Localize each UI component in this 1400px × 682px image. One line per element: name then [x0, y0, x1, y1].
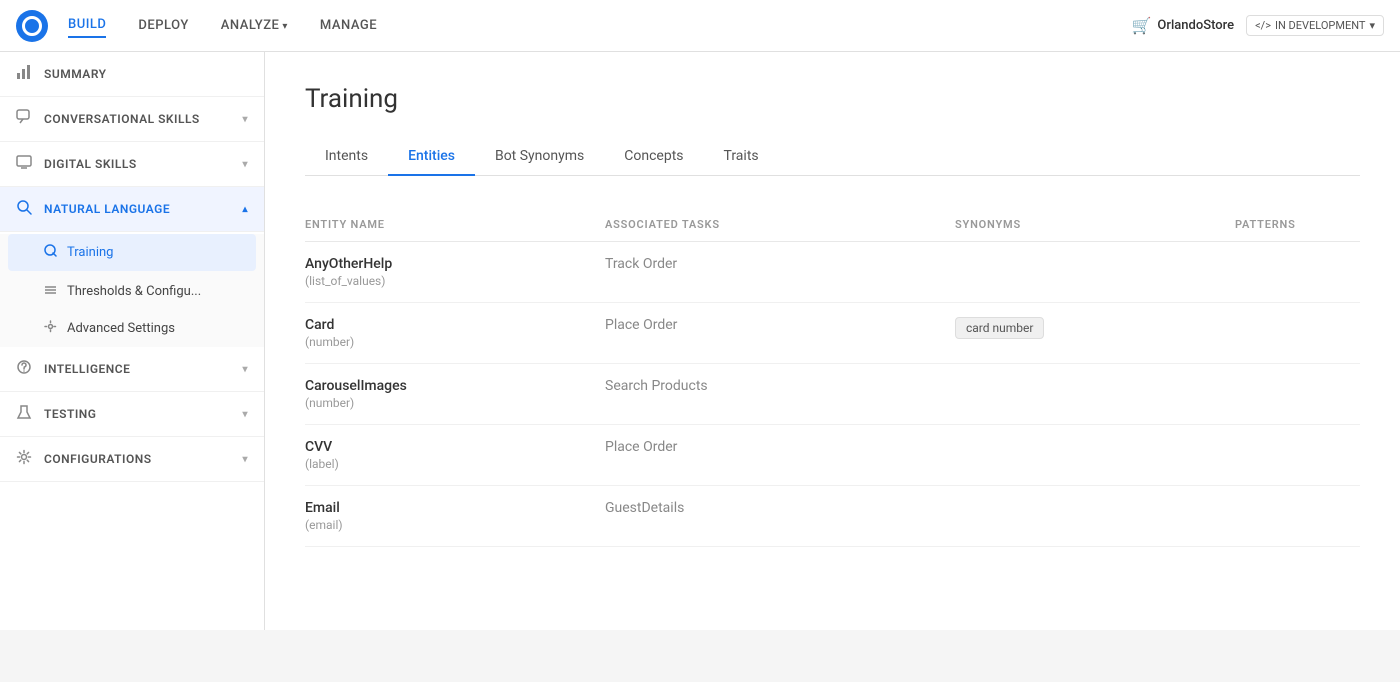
sidebar-item-natural-lang[interactable]: NATURAL LANGUAGE ▴ — [0, 187, 264, 232]
nav-deploy[interactable]: DEPLOY — [138, 14, 188, 37]
task-5: GuestDetails — [605, 500, 955, 516]
configurations-arrow: ▾ — [242, 454, 248, 465]
thresholds-icon — [44, 283, 57, 300]
conv-skills-icon — [16, 109, 32, 129]
dev-badge-label: IN DEVELOPMENT — [1275, 19, 1366, 32]
task-3: Search Products — [605, 378, 955, 394]
sidebar-testing-label: TESTING — [44, 407, 96, 421]
natural-lang-arrow: ▴ — [242, 204, 248, 215]
testing-icon — [16, 404, 32, 424]
entity-name-3: CarouselImages — [305, 378, 605, 394]
sidebar-item-intelligence[interactable]: INTELLIGENCE ▾ — [0, 347, 264, 392]
thresholds-label: Thresholds & Configu... — [67, 284, 201, 299]
conv-skills-arrow: ▾ — [242, 114, 248, 125]
sidebar-item-testing[interactable]: TESTING ▾ — [0, 392, 264, 437]
entity-type-3: (number) — [305, 396, 605, 410]
tab-concepts[interactable]: Concepts — [604, 138, 703, 176]
sidebar-item-configurations[interactable]: CONFIGURATIONS ▾ — [0, 437, 264, 482]
synonyms-2: card number — [955, 317, 1235, 339]
table-header: ENTITY NAME ASSOCIATED TASKS SYNONYMS PA… — [305, 208, 1360, 242]
nav-analyze[interactable]: ANALYZE — [221, 14, 288, 37]
sidebar-item-digital-skills[interactable]: DIGITAL SKILLS ▾ — [0, 142, 264, 187]
dev-badge[interactable]: </> IN DEVELOPMENT ▾ — [1246, 15, 1384, 36]
natural-lang-subitems: Training Thresholds & Configu... Advance… — [0, 234, 264, 347]
advanced-settings-icon — [44, 320, 57, 337]
digital-skills-arrow: ▾ — [242, 159, 248, 170]
intelligence-icon — [16, 359, 32, 379]
entity-cell-2: Card (number) — [305, 317, 605, 349]
sidebar-thresholds[interactable]: Thresholds & Configu... — [0, 273, 264, 310]
dev-badge-icon: </> — [1255, 19, 1271, 32]
entity-name-1: AnyOtherHelp — [305, 256, 605, 272]
page-title: Training — [305, 84, 1360, 114]
entity-cell-3: CarouselImages (number) — [305, 378, 605, 410]
store-selector[interactable]: 🛒 OrlandoStore — [1131, 16, 1234, 35]
configurations-icon — [16, 449, 32, 469]
summary-icon — [16, 64, 32, 84]
col-patterns: PATTERNS — [1235, 218, 1360, 231]
tab-entities[interactable]: Entities — [388, 138, 475, 176]
table-row: AnyOtherHelp (list_of_values) Track Orde… — [305, 242, 1360, 303]
table-row: Email (email) GuestDetails — [305, 486, 1360, 547]
task-1: Track Order — [605, 256, 955, 272]
task-4: Place Order — [605, 439, 955, 455]
entity-type-2: (number) — [305, 335, 605, 349]
tabs: Intents Entities Bot Synonyms Concepts T… — [305, 138, 1360, 176]
entity-type-5: (email) — [305, 518, 605, 532]
tab-intents[interactable]: Intents — [305, 138, 388, 176]
sidebar-training[interactable]: Training — [8, 234, 256, 271]
table-row: CarouselImages (number) Search Products — [305, 364, 1360, 425]
testing-arrow: ▾ — [242, 409, 248, 420]
sidebar-digital-skills-label: DIGITAL SKILLS — [44, 157, 137, 171]
entity-cell-1: AnyOtherHelp (list_of_values) — [305, 256, 605, 288]
intelligence-arrow: ▾ — [242, 364, 248, 375]
dev-badge-arrow: ▾ — [1369, 19, 1375, 32]
advanced-settings-label: Advanced Settings — [67, 321, 175, 336]
main-content: Training Intents Entities Bot Synonyms C… — [265, 52, 1400, 630]
training-icon — [44, 244, 57, 261]
sidebar-summary-label: SUMMARY — [44, 67, 107, 81]
store-name: OrlandoStore — [1157, 18, 1234, 33]
tab-bot-synonyms[interactable]: Bot Synonyms — [475, 138, 604, 176]
table-row: Card (number) Place Order card number — [305, 303, 1360, 364]
sidebar-conv-skills-label: CONVERSATIONAL SKILLS — [44, 112, 200, 126]
entity-cell-4: CVV (label) — [305, 439, 605, 471]
entity-name-4: CVV — [305, 439, 605, 455]
digital-skills-icon — [16, 154, 32, 174]
sidebar-natural-lang-label: NATURAL LANGUAGE — [44, 202, 170, 216]
task-2: Place Order — [605, 317, 955, 333]
top-nav: BUILD DEPLOY ANALYZE MANAGE 🛒 OrlandoSto… — [0, 0, 1400, 52]
entity-type-4: (label) — [305, 457, 605, 471]
nav-manage[interactable]: MANAGE — [320, 14, 377, 37]
table-row: CVV (label) Place Order — [305, 425, 1360, 486]
nav-right: 🛒 OrlandoStore </> IN DEVELOPMENT ▾ — [1131, 15, 1384, 36]
store-icon: 🛒 — [1131, 16, 1151, 35]
tab-traits[interactable]: Traits — [704, 138, 779, 176]
col-entity-name: ENTITY NAME — [305, 218, 605, 231]
sidebar-advanced-settings[interactable]: Advanced Settings — [0, 310, 264, 347]
app-logo[interactable] — [16, 10, 48, 42]
sidebar-item-summary[interactable]: SUMMARY — [0, 52, 264, 97]
sidebar: SUMMARY CONVERSATIONAL SKILLS ▾ DIGITAL … — [0, 52, 265, 630]
synonym-badge-card: card number — [955, 317, 1044, 339]
entity-cell-5: Email (email) — [305, 500, 605, 532]
col-synonyms: SYNONYMS — [955, 218, 1235, 231]
sidebar-configurations-label: CONFIGURATIONS — [44, 452, 152, 466]
training-label: Training — [67, 245, 113, 260]
entity-type-1: (list_of_values) — [305, 274, 605, 288]
natural-lang-icon — [16, 199, 32, 219]
sidebar-intelligence-label: INTELLIGENCE — [44, 362, 130, 376]
entity-name-2: Card — [305, 317, 605, 333]
sidebar-item-conv-skills[interactable]: CONVERSATIONAL SKILLS ▾ — [0, 97, 264, 142]
app-layout: SUMMARY CONVERSATIONAL SKILLS ▾ DIGITAL … — [0, 52, 1400, 630]
entity-name-5: Email — [305, 500, 605, 516]
nav-build[interactable]: BUILD — [68, 13, 106, 38]
col-associated-tasks: ASSOCIATED TASKS — [605, 218, 955, 231]
nav-items: BUILD DEPLOY ANALYZE MANAGE — [68, 13, 1131, 38]
